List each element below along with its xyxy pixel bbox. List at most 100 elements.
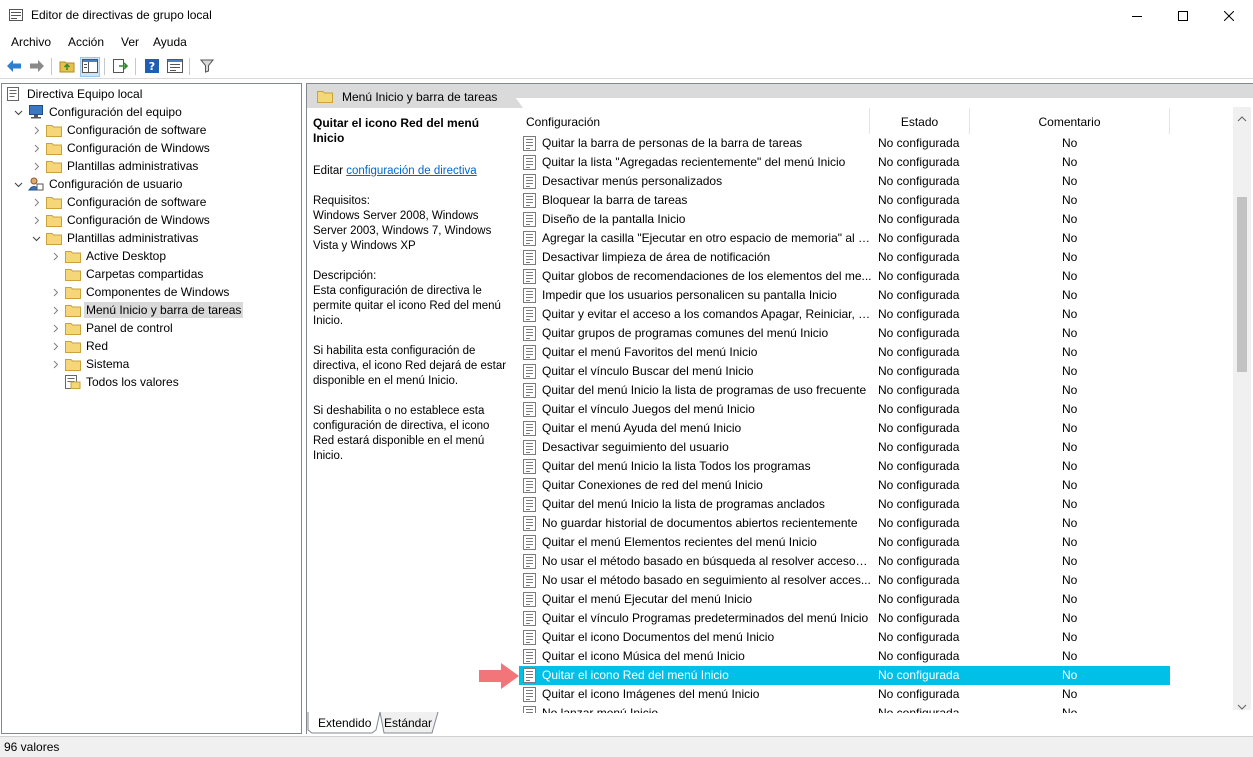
toolbar-separator [51, 58, 52, 75]
table-row[interactable]: Desactivar limpieza de área de notificac… [519, 248, 1170, 267]
tree-item[interactable]: Componentes de Windows [49, 283, 231, 301]
tree-item[interactable]: Plantillas administrativas [30, 157, 200, 175]
tree-item[interactable]: Sistema [49, 355, 131, 373]
tree-item[interactable]: Carpetas compartidas [49, 265, 205, 283]
table-row[interactable]: Quitar globos de recomendaciones de los … [519, 267, 1170, 286]
show-hide-tree-button[interactable] [80, 57, 100, 77]
table-row[interactable]: Quitar del menú Inicio la lista de progr… [519, 381, 1170, 400]
table-row[interactable]: Quitar el menú Ayuda del menú Inicio No c… [519, 419, 1170, 438]
tree-item[interactable]: Panel de control [49, 319, 175, 337]
table-row[interactable]: Quitar el menú Favoritos del menú Inicio… [519, 343, 1170, 362]
collapsed-chevron-icon[interactable] [49, 301, 61, 319]
tab-estandar[interactable]: Estándar [384, 712, 432, 733]
show-hide-tree-icon [82, 58, 98, 76]
forward-button[interactable] [27, 57, 47, 77]
collapsed-chevron-icon[interactable] [30, 157, 42, 175]
minimize-button[interactable] [1114, 0, 1160, 31]
table-row[interactable]: Quitar la lista "Agregadas recientemente… [519, 153, 1170, 172]
menu-ver[interactable]: Ver [121, 35, 139, 49]
table-row[interactable]: Quitar el vínculo Juegos del menú Inicio… [519, 400, 1170, 419]
table-row[interactable]: Quitar Conexiones de red del menú Inicio… [519, 476, 1170, 495]
up-folder-button[interactable] [57, 57, 77, 77]
filter-icon [199, 59, 215, 76]
column-header-comentario[interactable]: Comentario [970, 108, 1170, 134]
policy-comment: No [1062, 193, 1078, 207]
tree-item-label: Todos los valores [86, 375, 179, 389]
tree-item[interactable]: Configuración de software [30, 121, 208, 139]
collapsed-chevron-icon[interactable] [49, 283, 61, 301]
column-header-estado[interactable]: Estado [870, 108, 970, 134]
edit-policy-link[interactable]: configuración de directiva [346, 165, 476, 177]
scrollbar-thumb[interactable] [1237, 197, 1247, 372]
expanded-chevron-icon[interactable] [30, 229, 42, 247]
tab-extendido[interactable]: Extendido [318, 712, 371, 733]
table-row[interactable]: Desactivar seguimiento del usuario No con… [519, 438, 1170, 457]
table-row[interactable]: Quitar del menú Inicio la lista Todos lo… [519, 457, 1170, 476]
menu-accion[interactable]: Acción [68, 35, 104, 49]
table-row[interactable]: Quitar el icono Red del menú Inicio No co… [519, 666, 1170, 685]
table-row[interactable]: Quitar del menú Inicio la lista de progr… [519, 495, 1170, 514]
collapsed-chevron-icon[interactable] [30, 121, 42, 139]
tree-item[interactable]: Configuración del equipo [12, 103, 184, 121]
policy-state: No configurada [878, 174, 960, 188]
table-row[interactable]: Bloquear la barra de tareas No configurad… [519, 191, 1170, 210]
expanded-chevron-icon[interactable] [12, 175, 24, 193]
table-row[interactable]: Quitar el icono Documentos del menú Inic… [519, 628, 1170, 647]
tree-item[interactable]: Configuración de usuario [12, 175, 184, 193]
scroll-up-icon[interactable] [1237, 111, 1247, 125]
table-row[interactable]: Quitar el vínculo Buscar del menú Inicio… [519, 362, 1170, 381]
tree-item[interactable]: Configuración de software [30, 193, 208, 211]
close-button[interactable] [1206, 0, 1252, 31]
properties-button[interactable] [165, 57, 185, 77]
collapsed-chevron-icon[interactable] [30, 211, 42, 229]
table-row[interactable]: Quitar el menú Ejecutar del menú Inicio N… [519, 590, 1170, 609]
folder-icon [46, 195, 62, 209]
menu-ayuda[interactable]: Ayuda [153, 35, 187, 49]
help-button[interactable]: ? [142, 57, 162, 77]
collapsed-chevron-icon[interactable] [49, 337, 61, 355]
table-row[interactable]: Quitar el vínculo Programas predetermina… [519, 609, 1170, 628]
table-row[interactable]: No guardar historial de documentos abier… [519, 514, 1170, 533]
tree-item-label: Configuración del equipo [49, 105, 182, 119]
table-row[interactable]: Diseño de la pantalla Inicio No configura… [519, 210, 1170, 229]
tree-item[interactable]: Configuración de Windows [30, 139, 212, 157]
export-list-button[interactable] [111, 57, 131, 77]
collapsed-chevron-icon[interactable] [30, 139, 42, 157]
tree-item[interactable]: Configuración de Windows [30, 211, 212, 229]
filter-button[interactable] [197, 57, 217, 77]
vertical-scrollbar[interactable] [1233, 107, 1251, 710]
policy-comment: No [1062, 535, 1078, 549]
tree-item[interactable]: Plantillas administrativas [30, 229, 200, 247]
table-row[interactable]: No usar el método basado en búsqueda al … [519, 552, 1170, 571]
column-header-configuracion[interactable]: Configuración [519, 108, 870, 134]
tree-item[interactable]: Todos los valores [49, 373, 181, 391]
table-row[interactable]: Quitar la barra de personas de la barra … [519, 134, 1170, 153]
policy-comment: No [1062, 174, 1078, 188]
tree-item[interactable]: Red [49, 337, 110, 355]
table-row[interactable]: No usar el método basado en seguimiento … [519, 571, 1170, 590]
maximize-button[interactable] [1160, 0, 1206, 31]
table-row[interactable]: Quitar el icono Imágenes del menú Inicio… [519, 685, 1170, 704]
tree-item[interactable]: Menú Inicio y barra de tareas [49, 301, 244, 319]
scroll-down-icon[interactable] [1237, 699, 1247, 713]
collapsed-chevron-icon[interactable] [49, 247, 61, 265]
table-row[interactable]: Quitar y evitar el acceso a los comandos… [519, 305, 1170, 324]
table-row[interactable]: Desactivar menús personalizados No config… [519, 172, 1170, 191]
table-row[interactable]: Impedir que los usuarios personalicen su… [519, 286, 1170, 305]
menu-archivo[interactable]: Archivo [11, 35, 51, 49]
table-row[interactable]: Quitar el icono Música del menú Inicio No… [519, 647, 1170, 666]
policy-name: Quitar globos de recomendaciones de los … [542, 269, 872, 283]
back-button[interactable] [4, 57, 24, 77]
tree-item[interactable]: Active Desktop [49, 247, 168, 265]
policy-state: No configurada [878, 155, 960, 169]
expanded-chevron-icon[interactable] [12, 103, 24, 121]
table-row[interactable]: Quitar grupos de programas comunes del m… [519, 324, 1170, 343]
collapsed-chevron-icon[interactable] [49, 319, 61, 337]
tree-item[interactable]: Directiva Equipo local [6, 85, 144, 103]
table-row[interactable]: Agregar la casilla "Ejecutar en otro esp… [519, 229, 1170, 248]
collapsed-chevron-icon[interactable] [49, 355, 61, 373]
table-row[interactable]: Quitar el menú Elementos recientes del m… [519, 533, 1170, 552]
policy-setting-icon [523, 193, 537, 208]
collapsed-chevron-icon[interactable] [30, 193, 42, 211]
